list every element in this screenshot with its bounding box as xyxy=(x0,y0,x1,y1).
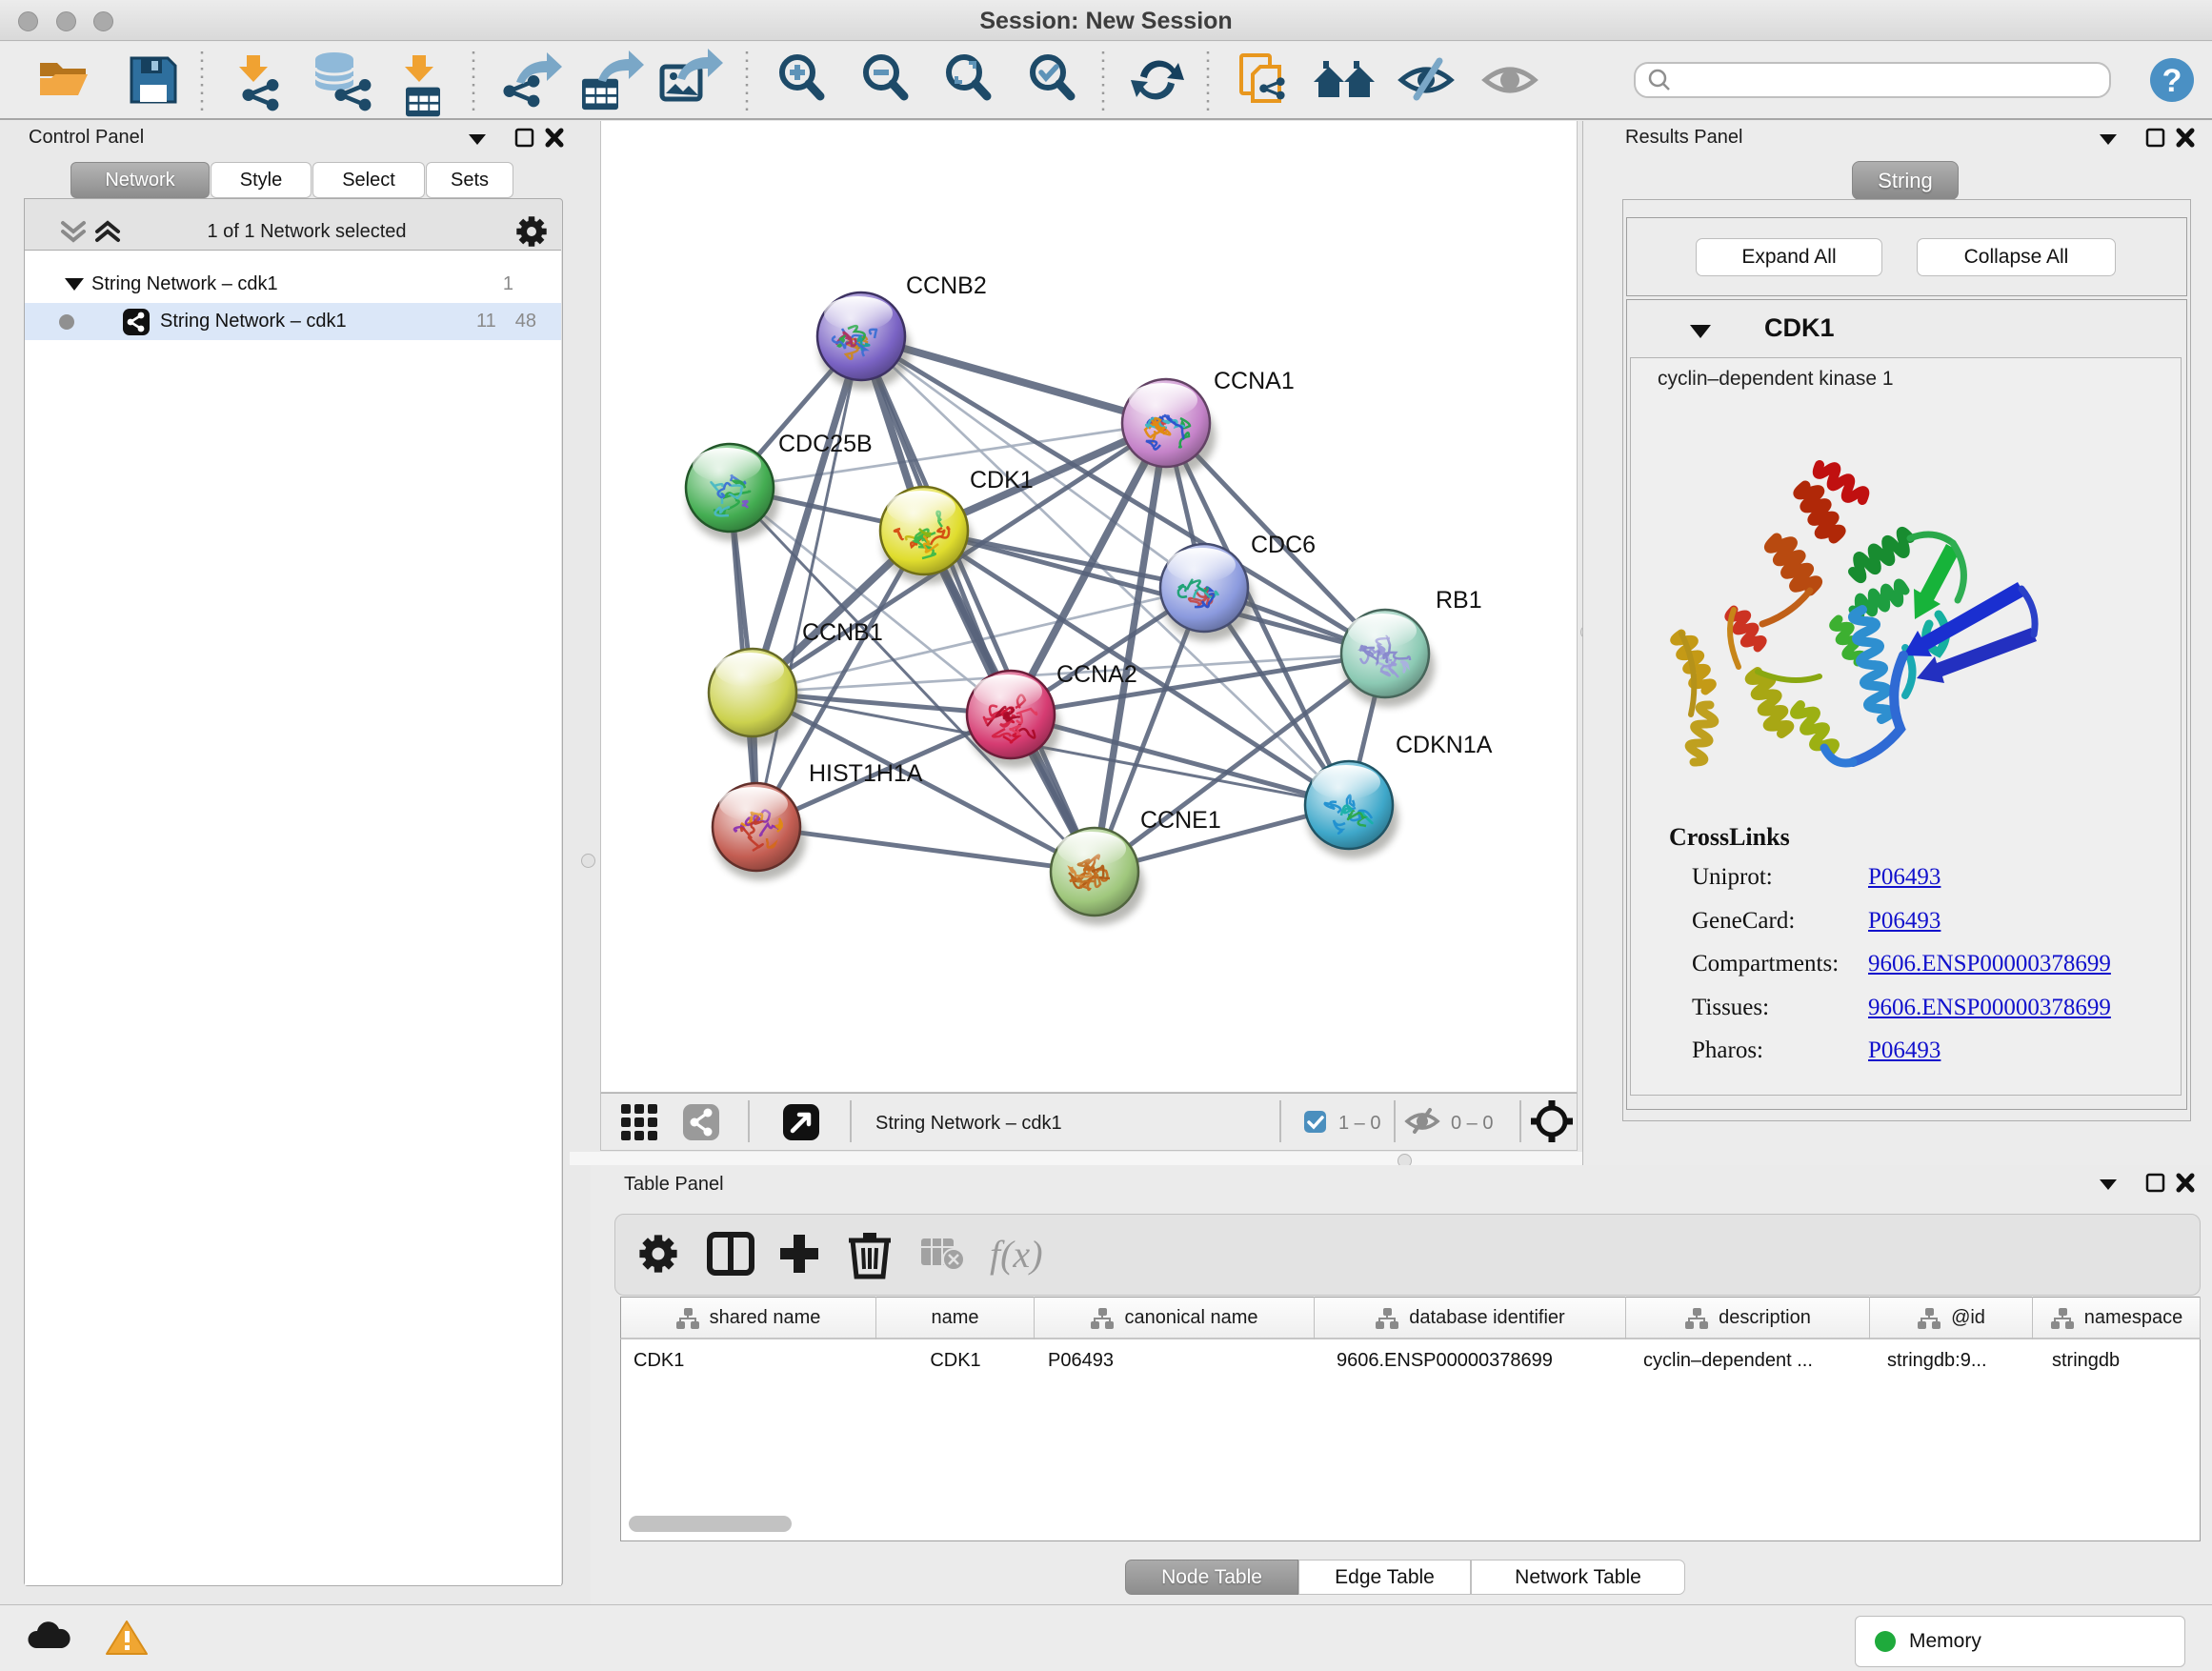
svg-text:RB1: RB1 xyxy=(1436,587,1482,614)
svg-text:CCNB1: CCNB1 xyxy=(802,619,883,646)
svg-text:CDK1: CDK1 xyxy=(970,467,1034,493)
svg-text:0 – 0: 0 – 0 xyxy=(1451,1113,1493,1134)
svg-text:1 – 0: 1 – 0 xyxy=(1338,1113,1380,1134)
svg-text:?: ? xyxy=(2162,63,2182,99)
svg-text:CCNA1: CCNA1 xyxy=(1214,368,1295,394)
svg-text:CCNA2: CCNA2 xyxy=(1056,661,1137,688)
svg-text:HIST1H1A: HIST1H1A xyxy=(809,760,923,787)
svg-text:CDC6: CDC6 xyxy=(1251,532,1316,558)
svg-text:CDC25B: CDC25B xyxy=(778,431,873,457)
svg-text:CCNB2: CCNB2 xyxy=(906,272,987,299)
svg-text:f(x): f(x) xyxy=(990,1233,1043,1276)
svg-text:CDKN1A: CDKN1A xyxy=(1396,732,1493,758)
svg-text:CCNE1: CCNE1 xyxy=(1140,807,1221,834)
svg-text:String Network – cdk1: String Network – cdk1 xyxy=(875,1113,1062,1134)
